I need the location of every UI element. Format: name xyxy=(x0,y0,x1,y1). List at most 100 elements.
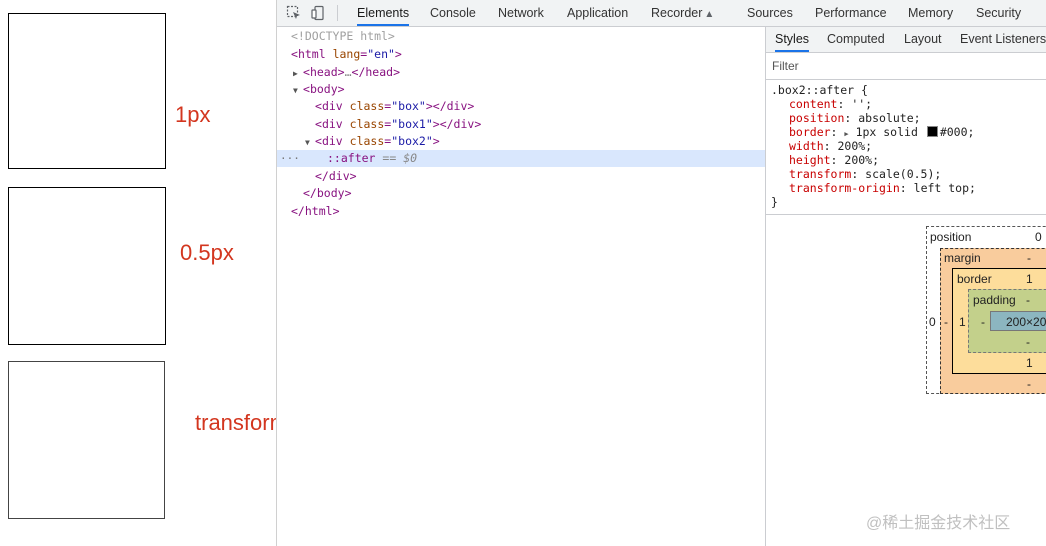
tab-console[interactable]: Console xyxy=(430,0,476,26)
div-tag: div xyxy=(321,134,343,148)
demo-box-1px xyxy=(8,13,166,169)
dom-line-body[interactable]: ▼ <body> xyxy=(277,81,765,98)
dom-tree: <!DOCTYPE html> <html lang="en"> ▶ <head>… xyxy=(277,27,765,546)
dom-line-html-close[interactable]: </html> xyxy=(277,203,765,220)
prop-value-color: #000; xyxy=(939,125,975,139)
side-tabbar: Styles Computed Layout Event Listeners xyxy=(766,27,1046,53)
styles-pane: Styles Computed Layout Event Listeners .… xyxy=(765,27,1046,546)
rule-prop-content[interactable]: content: ''; xyxy=(789,97,872,111)
css-rule: .box2::after { content: ''; position: ab… xyxy=(766,80,1046,215)
tab-layout[interactable]: Layout xyxy=(904,27,942,52)
dom-line-div-box[interactable]: <div class="box"></div> xyxy=(277,98,765,115)
flask-icon: ▲ xyxy=(704,9,715,20)
position-label: position xyxy=(930,230,972,244)
prop-value: scale(0.5); xyxy=(865,167,942,181)
dom-line-html[interactable]: <html lang="en"> xyxy=(277,46,765,63)
tab-sources[interactable]: Sources xyxy=(747,0,793,26)
tab-computed[interactable]: Computed xyxy=(827,27,885,52)
after-equals: == xyxy=(382,151,397,165)
prop-name: position xyxy=(789,111,845,125)
watermark: @稀土掘金技术社区 xyxy=(866,515,1011,532)
prop-value: absolute; xyxy=(858,111,921,125)
prop-value: left top; xyxy=(913,181,976,195)
filter-input[interactable] xyxy=(772,58,1032,74)
prop-name: transform-origin xyxy=(789,181,900,195)
dom-line-after-selected[interactable]: ···::after == $0 xyxy=(277,150,765,167)
collapse-arrow-icon[interactable]: ▼ xyxy=(293,82,303,99)
prop-value: 200%; xyxy=(837,139,873,153)
label-1px: 1px xyxy=(175,102,211,127)
dom-line-div-close[interactable]: </div> xyxy=(277,168,765,185)
after-pseudo: ::after xyxy=(327,151,376,165)
tab-recorder[interactable]: Recorder ▲ xyxy=(651,0,714,26)
class-attr: class xyxy=(349,134,385,148)
tab-network[interactable]: Network xyxy=(498,0,544,26)
rule-prop-border[interactable]: border: ▶ 1px solid #000; xyxy=(789,125,974,139)
dom-line-div-box1[interactable]: <div class="box1"></div> xyxy=(277,116,765,133)
more-options-icon[interactable]: ··· xyxy=(280,150,300,167)
device-toolbar-icon[interactable] xyxy=(311,5,327,21)
body-close-tag: body xyxy=(316,186,345,200)
div-tag: div xyxy=(321,117,343,131)
expand-arrow-icon[interactable]: ▶ xyxy=(293,65,303,82)
padding-label: padding xyxy=(973,293,1016,307)
prop-value: ''; xyxy=(851,97,873,111)
label-half-px: 0.5px xyxy=(180,240,234,265)
tab-performance[interactable]: Performance xyxy=(815,0,887,26)
dom-line-body-close[interactable]: </body> xyxy=(277,185,765,202)
rule-prop-transform-origin[interactable]: transform-origin: left top; xyxy=(789,181,976,195)
dom-line-head[interactable]: ▶ <head>…</head> xyxy=(277,64,765,81)
rule-close: } xyxy=(771,195,778,209)
padding-top-value[interactable]: - xyxy=(1026,293,1030,307)
head-tag: head xyxy=(309,65,338,79)
html-tag: html xyxy=(297,47,326,61)
class-value: "box" xyxy=(391,99,426,113)
tab-memory[interactable]: Memory xyxy=(908,0,953,26)
expand-arrow-icon[interactable]: ▶ xyxy=(844,130,848,138)
tab-elements[interactable]: Elements xyxy=(357,0,410,26)
class-value: "box1" xyxy=(391,117,433,131)
margin-left-value[interactable]: - xyxy=(944,315,948,329)
padding-left-value[interactable]: - xyxy=(981,315,985,329)
prop-name: transform xyxy=(789,167,852,181)
class-value: "box2" xyxy=(391,134,433,148)
tab-application[interactable]: Application xyxy=(567,0,628,26)
margin-top-value[interactable]: - xyxy=(1027,251,1031,265)
prop-value: 1px solid xyxy=(855,125,918,139)
html-close-tag: html xyxy=(304,204,333,218)
prop-name: height xyxy=(789,153,831,167)
position-left-value[interactable]: 0 xyxy=(929,315,936,329)
dom-line-doctype[interactable]: <!DOCTYPE html> xyxy=(277,28,765,45)
devtools-tabbar: Elements Console Network Application Rec… xyxy=(277,0,1046,27)
content-size-value[interactable]: 200×20 xyxy=(1006,315,1046,329)
div-close-tag: div xyxy=(328,169,350,183)
after-ref: $0 xyxy=(403,151,418,165)
inspect-element-icon[interactable] xyxy=(286,5,302,21)
collapse-arrow-icon[interactable]: ▼ xyxy=(305,134,315,151)
margin-bottom-value[interactable]: - xyxy=(1027,377,1031,391)
prop-value: 200%; xyxy=(844,153,880,167)
lang-value: "en" xyxy=(367,47,395,61)
rule-selector[interactable]: .box2::after { xyxy=(771,83,868,97)
prop-name: width xyxy=(789,139,824,153)
tab-security[interactable]: Security xyxy=(976,0,1021,26)
border-left-value[interactable]: 1 xyxy=(959,315,966,329)
border-bottom-value[interactable]: 1 xyxy=(1026,356,1033,370)
rule-prop-transform[interactable]: transform: scale(0.5); xyxy=(789,167,941,181)
padding-bottom-value[interactable]: - xyxy=(1026,335,1030,349)
position-top-value[interactable]: 0 xyxy=(1035,230,1042,244)
head-ellipsis: … xyxy=(344,65,352,79)
rule-prop-width[interactable]: width: 200%; xyxy=(789,139,872,153)
tab-event-listeners[interactable]: Event Listeners xyxy=(960,27,1046,52)
color-swatch[interactable] xyxy=(926,126,938,137)
devtools-panel: Elements Console Network Application Rec… xyxy=(276,0,1046,546)
border-top-value[interactable]: 1 xyxy=(1026,272,1033,286)
rule-prop-position[interactable]: position: absolute; xyxy=(789,111,921,125)
tab-styles[interactable]: Styles xyxy=(775,27,810,52)
dom-line-div-box2[interactable]: ▼ <div class="box2"> xyxy=(277,133,765,150)
head-close-tag: head xyxy=(365,65,394,79)
box-model-diagram: position 0 0 margin - - - border 1 1 1 p… xyxy=(766,215,1046,546)
demo-box-half-px xyxy=(8,187,166,345)
rule-prop-height[interactable]: height: 200%; xyxy=(789,153,879,167)
margin-label: margin xyxy=(944,251,981,265)
